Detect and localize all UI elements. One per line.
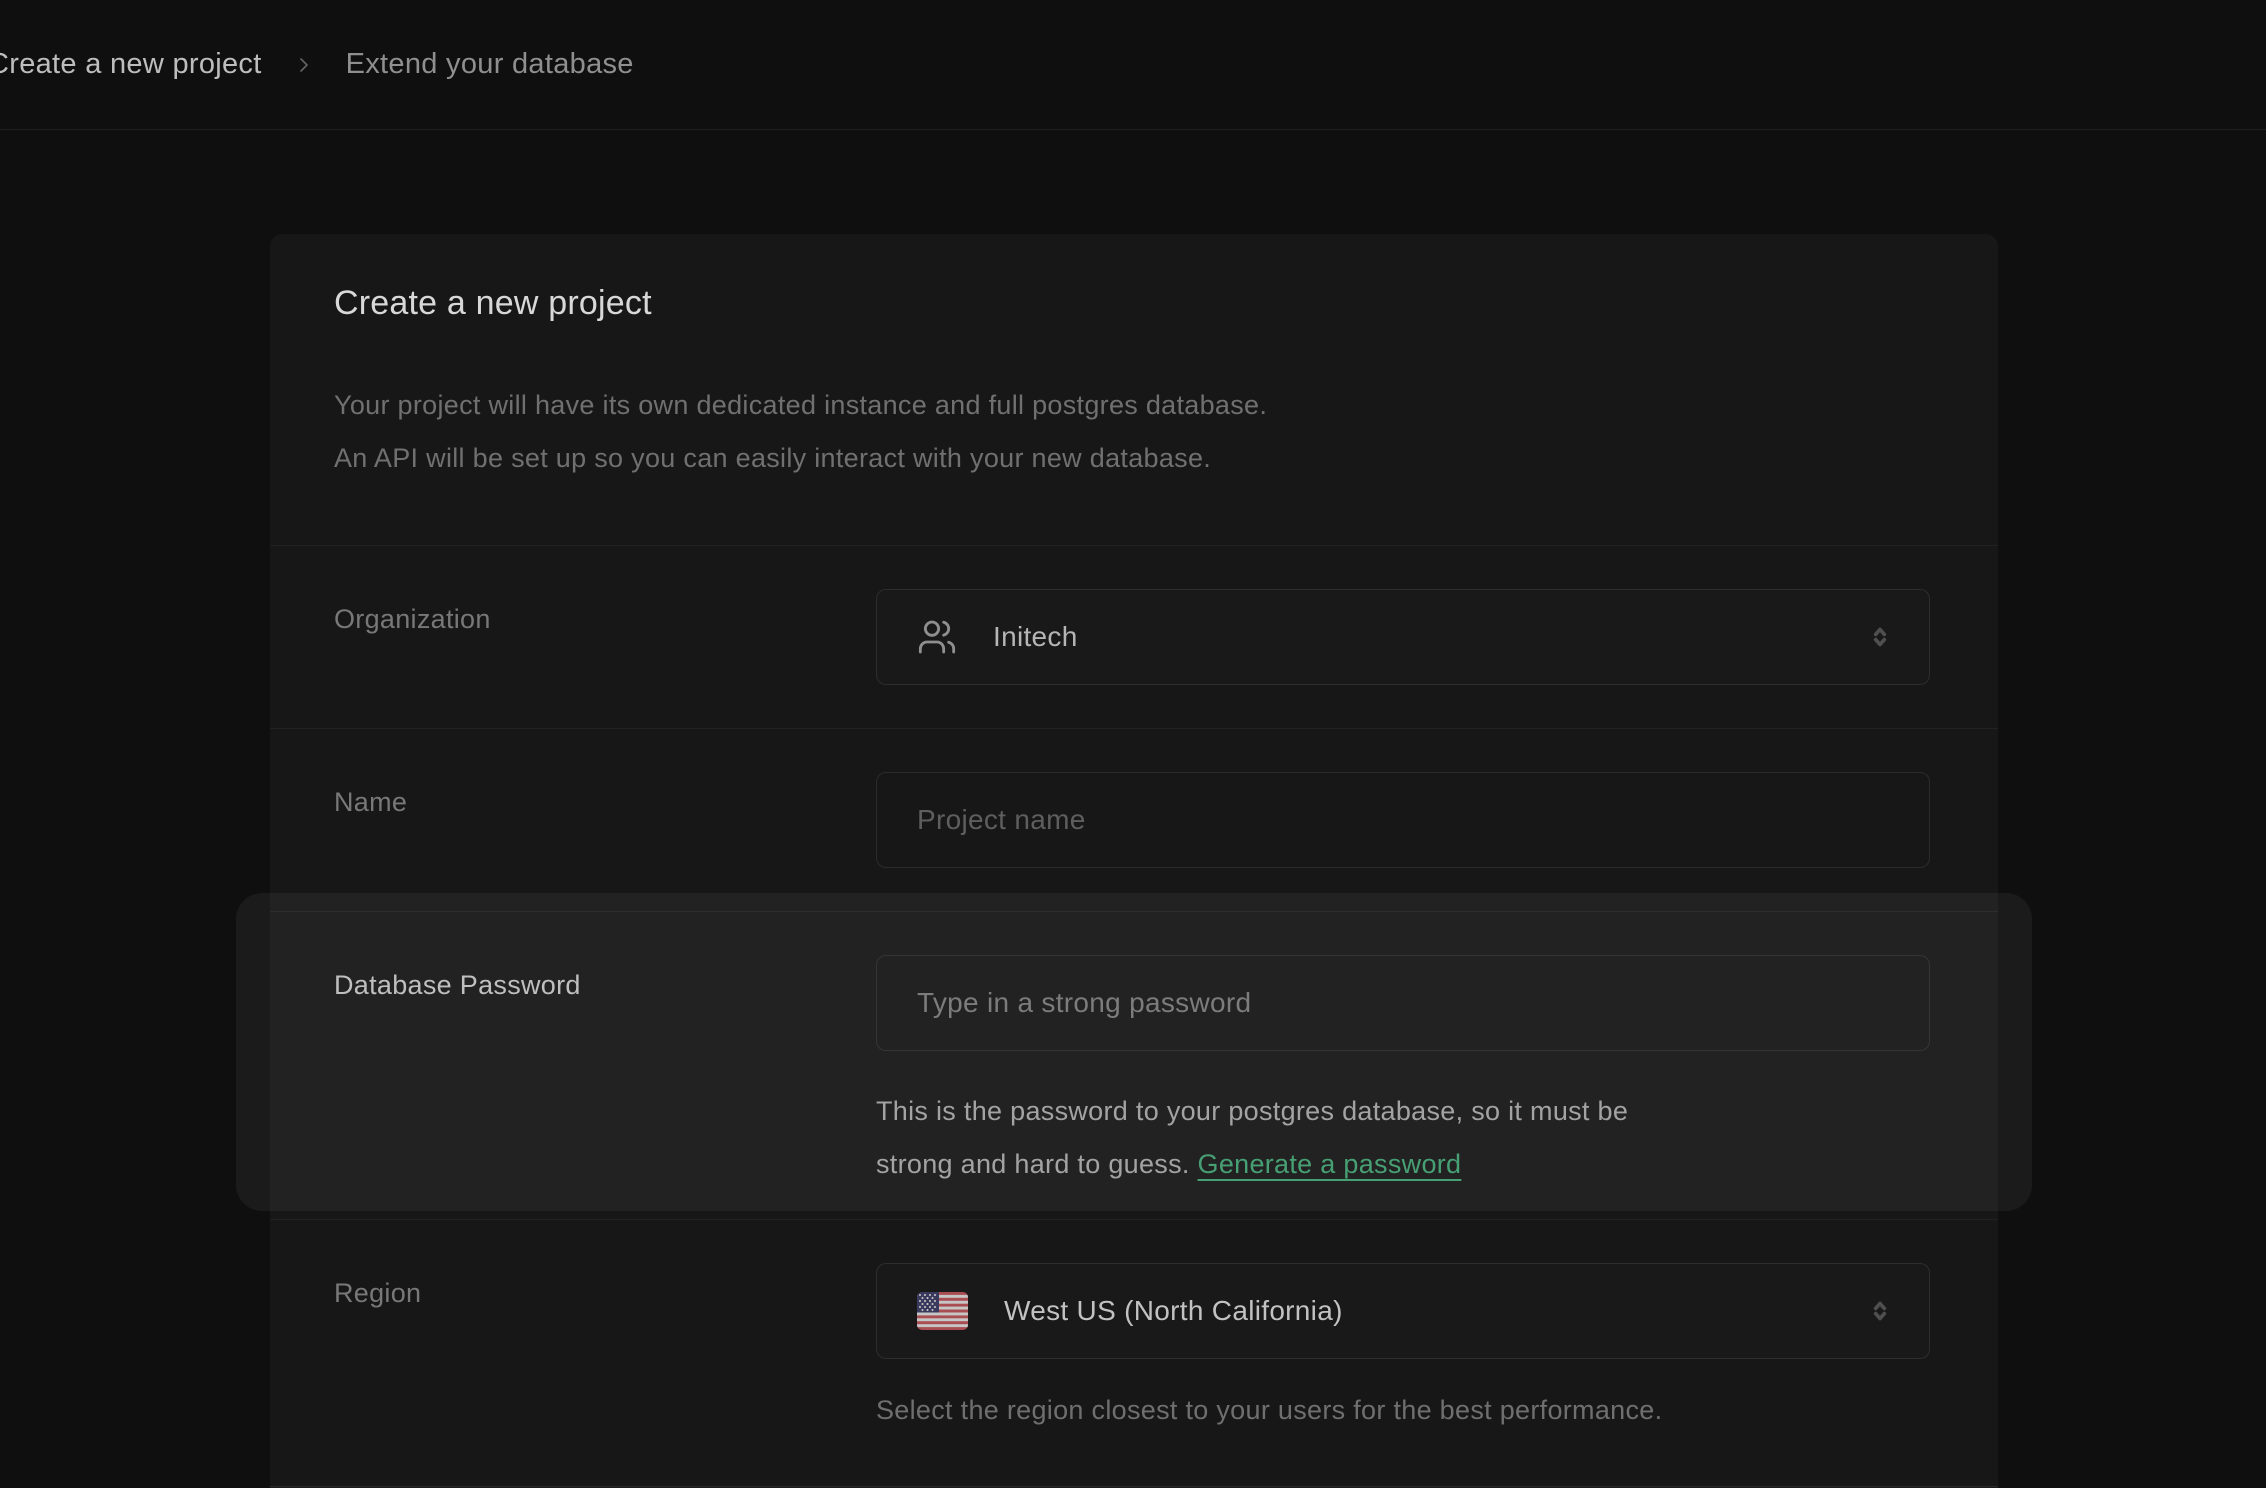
us-flag-icon <box>917 1292 968 1330</box>
database-password-helper: This is the password to your postgres da… <box>876 1085 1930 1191</box>
panel-description-line2: An API will be set up so you can easily … <box>334 432 1934 485</box>
region-row: Region <box>270 1219 1998 1486</box>
database-password-input[interactable] <box>876 955 1930 1051</box>
create-project-page: Create a new project Extend your databas… <box>0 0 2266 1488</box>
password-helper-line2: strong and hard to guess. <box>876 1149 1198 1179</box>
password-helper-line1: This is the password to your postgres da… <box>876 1096 1628 1126</box>
users-icon <box>917 617 957 657</box>
organization-row: Organization Initech <box>270 545 1998 728</box>
organization-label: Organization <box>270 546 876 728</box>
project-name-row: Name <box>270 728 1998 911</box>
region-selected-value: West US (North California) <box>1004 1295 1343 1327</box>
breadcrumb-next-step[interactable]: Extend your database <box>346 48 634 81</box>
project-name-input[interactable] <box>876 772 1930 868</box>
chevrons-up-down-icon <box>1867 617 1893 657</box>
database-password-row: Database Password This is the password t… <box>270 911 1998 1219</box>
project-name-label: Name <box>270 729 876 911</box>
region-label: Region <box>270 1220 876 1486</box>
database-password-label: Database Password <box>270 912 876 1219</box>
region-helper: Select the region closest to your users … <box>876 1395 1930 1426</box>
panel-intro: Create a new project Your project will h… <box>270 234 1998 545</box>
chevrons-up-down-icon <box>1867 1291 1893 1331</box>
create-project-panel: Create a new project Your project will h… <box>270 234 1998 1488</box>
organization-select[interactable]: Initech <box>876 589 1930 685</box>
chevron-right-icon <box>292 53 316 77</box>
panel-title: Create a new project <box>334 284 1934 323</box>
organization-selected-value: Initech <box>993 621 1078 653</box>
top-bar: Create a new project Extend your databas… <box>0 0 2266 130</box>
breadcrumb: Create a new project Extend your databas… <box>0 48 634 81</box>
region-select[interactable]: West US (North California) <box>876 1263 1930 1359</box>
breadcrumb-current-step[interactable]: Create a new project <box>0 48 262 81</box>
generate-password-link[interactable]: Generate a password <box>1198 1149 1462 1179</box>
panel-description-line1: Your project will have its own dedicated… <box>334 379 1934 432</box>
